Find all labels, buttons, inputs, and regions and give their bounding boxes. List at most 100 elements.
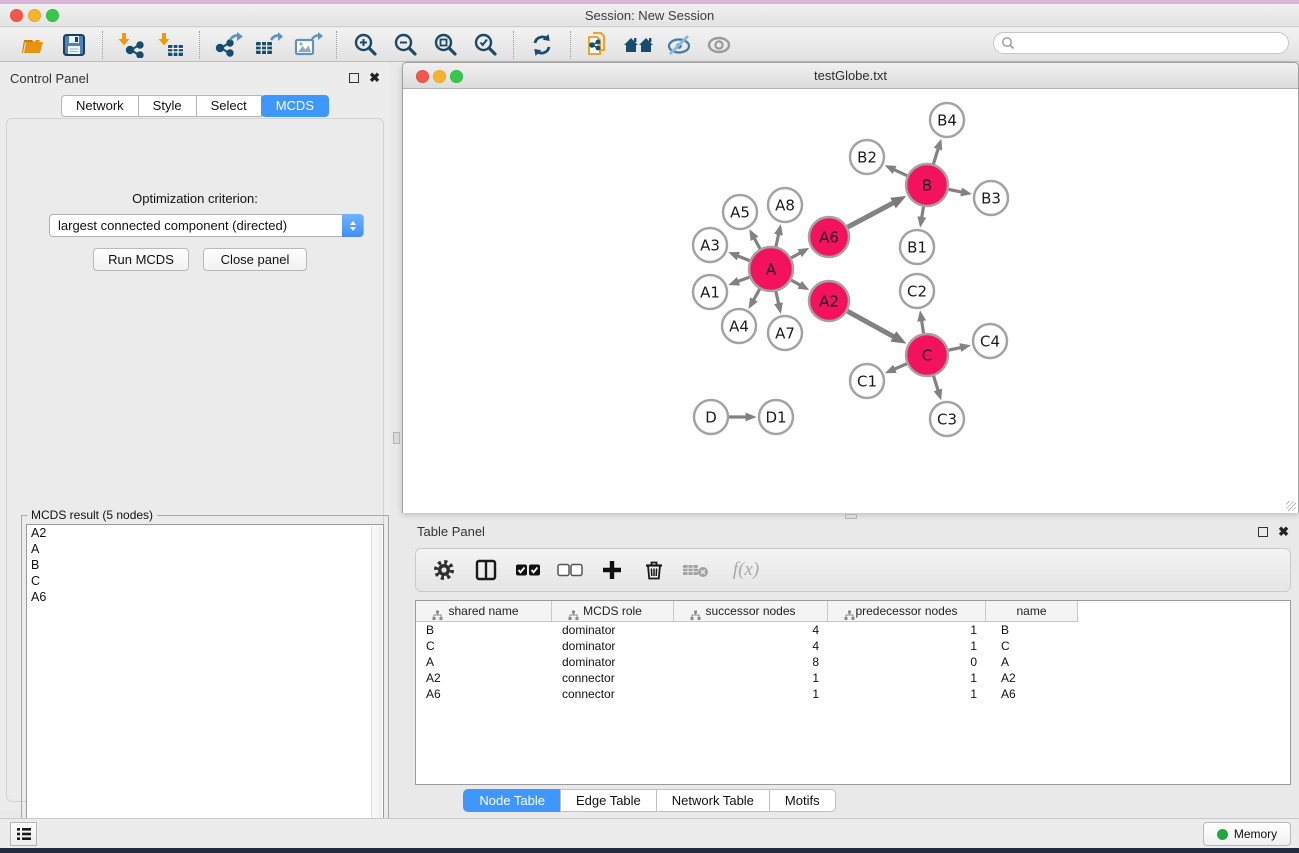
refresh-button[interactable]	[522, 30, 562, 60]
tab-mcds[interactable]: MCDS	[261, 95, 329, 117]
tab-motifs[interactable]: Motifs	[769, 789, 836, 812]
network-graph[interactable]: B4B2BB3A5A8A6B1A3AC2A1A2A4A7C4CC1C3DD1	[403, 89, 1298, 513]
result-item-b[interactable]: B	[27, 557, 383, 573]
network-window-titlebar[interactable]: testGlobe.txt	[403, 63, 1298, 89]
edge-A2-C[interactable]	[847, 311, 893, 337]
cell-successor-nodes[interactable]: 1	[674, 671, 828, 685]
table-options-button[interactable]	[430, 556, 458, 584]
cell-successor-nodes[interactable]: 4	[674, 623, 828, 637]
edge-A-A1[interactable]	[738, 277, 749, 281]
tab-select[interactable]: Select	[196, 95, 262, 117]
cell-MCDS-role[interactable]: connector	[552, 671, 674, 685]
node-b2[interactable]: B2	[850, 140, 884, 174]
select-all-button[interactable]	[514, 556, 542, 584]
memory-button[interactable]: Memory	[1203, 822, 1291, 846]
edge-C-C3[interactable]	[934, 376, 938, 390]
table-row[interactable]: Adominator80A	[416, 654, 1290, 670]
cell-predecessor-nodes[interactable]: 1	[828, 671, 986, 685]
import-network-button[interactable]	[111, 30, 151, 60]
tab-edge-table[interactable]: Edge Table	[560, 789, 657, 812]
hide-graphics-details-button[interactable]	[659, 30, 699, 60]
cell-MCDS-role[interactable]: connector	[552, 687, 674, 701]
tab-network[interactable]: Network	[61, 95, 139, 117]
node-table[interactable]: shared nameMCDS rolesuccessor nodesprede…	[415, 600, 1291, 785]
result-item-c[interactable]: C	[27, 573, 383, 589]
edge-B-B2[interactable]	[894, 170, 907, 176]
close-table-panel-icon[interactable]: ✖	[1278, 526, 1289, 538]
home-button[interactable]	[619, 30, 659, 60]
node-b[interactable]: B	[906, 164, 948, 206]
node-a4[interactable]: A4	[722, 309, 756, 343]
cell-MCDS-role[interactable]: dominator	[552, 623, 674, 637]
cell-successor-nodes[interactable]: 4	[674, 639, 828, 653]
edge-B-B1[interactable]	[922, 207, 924, 218]
cell-shared-name[interactable]: A2	[416, 671, 552, 685]
cell-shared-name[interactable]: A	[416, 655, 552, 669]
vertical-splitter-handle[interactable]	[393, 432, 400, 444]
export-image-button[interactable]	[288, 30, 328, 60]
horizontal-splitter-handle[interactable]	[845, 514, 857, 519]
column-header-name[interactable]: name	[986, 601, 1078, 621]
node-a8[interactable]: A8	[768, 188, 802, 222]
cell-MCDS-role[interactable]: dominator	[552, 639, 674, 653]
node-c3[interactable]: C3	[930, 402, 964, 436]
tab-style[interactable]: Style	[138, 95, 197, 117]
node-c1[interactable]: C1	[850, 364, 884, 398]
cell-successor-nodes[interactable]: 8	[674, 655, 828, 669]
zoom-in-button[interactable]	[345, 30, 385, 60]
column-header-shared-name[interactable]: shared name	[416, 601, 552, 621]
column-header-successor-nodes[interactable]: successor nodes	[674, 601, 828, 621]
cell-successor-nodes[interactable]: 1	[674, 687, 828, 701]
node-c2[interactable]: C2	[900, 274, 934, 308]
export-network-button[interactable]	[208, 30, 248, 60]
edge-A-A6[interactable]	[791, 253, 800, 258]
table-row[interactable]: Bdominator41B	[416, 622, 1290, 638]
search-input[interactable]	[993, 32, 1289, 54]
edge-A-A5[interactable]	[754, 238, 760, 248]
open-session-button[interactable]	[14, 30, 54, 60]
node-a7[interactable]: A7	[768, 316, 802, 350]
delete-column-button[interactable]	[640, 556, 668, 584]
cell-predecessor-nodes[interactable]: 1	[828, 623, 986, 637]
cell-shared-name[interactable]: B	[416, 623, 552, 637]
zoom-out-button[interactable]	[385, 30, 425, 60]
zoom-fit-button[interactable]	[425, 30, 465, 60]
node-d1[interactable]: D1	[759, 400, 793, 434]
node-c[interactable]: C	[906, 334, 948, 376]
network-canvas[interactable]: B4B2BB3A5A8A6B1A3AC2A1A2A4A7C4CC1C3DD1	[403, 89, 1298, 513]
tab-network-table[interactable]: Network Table	[656, 789, 770, 812]
cell-name[interactable]: B	[986, 623, 1078, 637]
column-header-MCDS-role[interactable]: MCDS role	[552, 601, 674, 621]
task-history-button[interactable]	[10, 822, 37, 846]
node-c4[interactable]: C4	[973, 324, 1007, 358]
deselect-all-button[interactable]	[556, 556, 584, 584]
cell-predecessor-nodes[interactable]: 1	[828, 639, 986, 653]
optimization-criterion-dropdown[interactable]: largest connected component (directed)	[49, 214, 364, 237]
result-item-a6[interactable]: A6	[27, 589, 383, 605]
node-a1[interactable]: A1	[693, 275, 727, 309]
edge-B-B3[interactable]	[949, 189, 962, 192]
node-b1[interactable]: B1	[900, 230, 934, 264]
run-mcds-button[interactable]: Run MCDS	[93, 248, 189, 271]
table-row[interactable]: Cdominator41C	[416, 638, 1290, 654]
edge-C-C4[interactable]	[948, 348, 960, 351]
close-panel-icon[interactable]: ✖	[369, 72, 380, 84]
new-network-from-file-button[interactable]	[579, 30, 619, 60]
import-table-button[interactable]	[151, 30, 191, 60]
edge-A-A8[interactable]	[776, 234, 779, 246]
close-panel-button[interactable]: Close panel	[203, 248, 307, 271]
cell-name[interactable]: A2	[986, 671, 1078, 685]
export-table-button[interactable]	[248, 30, 288, 60]
edge-C-C2[interactable]	[922, 321, 924, 334]
node-a3[interactable]: A3	[693, 228, 727, 262]
node-b3[interactable]: B3	[974, 181, 1008, 215]
node-a2[interactable]: A2	[809, 281, 849, 321]
node-a6[interactable]: A6	[809, 217, 849, 257]
cell-MCDS-role[interactable]: dominator	[552, 655, 674, 669]
column-header-predecessor-nodes[interactable]: predecessor nodes	[828, 601, 986, 621]
show-columns-button[interactable]	[472, 556, 500, 584]
node-a5[interactable]: A5	[723, 195, 757, 229]
edge-B-B4[interactable]	[933, 149, 938, 164]
node-d[interactable]: D	[694, 400, 728, 434]
result-item-a2[interactable]: A2	[27, 525, 383, 541]
